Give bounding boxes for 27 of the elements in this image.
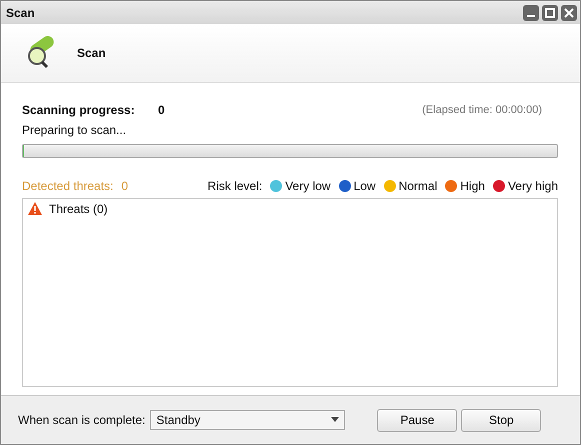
footer-button[interactable]: Pause (377, 408, 458, 432)
risk-level-name: High (460, 179, 485, 193)
threat-item[interactable]: Threats (0) (49, 202, 108, 216)
risk-level-name: Very low (285, 179, 331, 193)
footer-button[interactable]: Stop (461, 408, 542, 432)
caret-icon (331, 417, 340, 423)
close-icon (564, 8, 574, 18)
progress-label: Scanning progress: (22, 103, 136, 117)
detected-threats-count: 0 (121, 179, 130, 193)
maximize-icon (545, 8, 555, 18)
window-title: Scan (6, 6, 36, 20)
warning-icon (27, 201, 43, 216)
progress-count: 0 (158, 103, 166, 117)
header-title: Scan (77, 46, 106, 60)
completion-label: When scan is complete: (18, 413, 146, 427)
risk-level-name: Normal (398, 179, 438, 193)
status-text: Preparing to scan... (22, 123, 128, 137)
risk-level-label: Risk level: (208, 179, 262, 193)
detected-threats-label: Detected threats: (22, 179, 114, 193)
risk-level-name: Low (354, 179, 376, 193)
completion-dropdown[interactable]: Standby (150, 410, 346, 430)
minimize-icon (527, 14, 535, 16)
elapsed-time: (Elapsed time: 00:00:00) (422, 104, 542, 116)
minimize-button[interactable] (523, 4, 539, 20)
risk-level-name: Very high (508, 179, 558, 193)
maximize-button[interactable] (542, 4, 558, 20)
close-button[interactable] (561, 4, 577, 20)
